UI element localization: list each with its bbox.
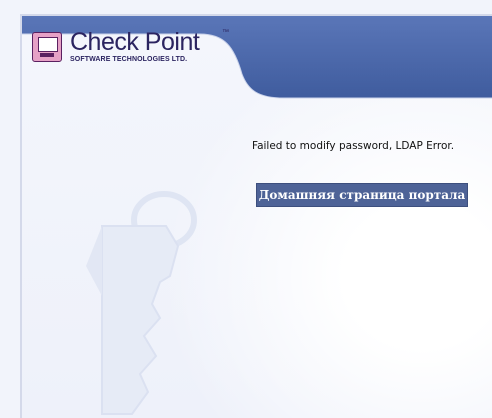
page-frame: Check Point ™ SOFTWARE TECHNOLOGIES LTD.… <box>20 14 492 418</box>
check-point-logo: Check Point ™ SOFTWARE TECHNOLOGIES LTD. <box>32 28 232 88</box>
portal-home-button[interactable]: Домашняя страница портала <box>256 183 468 207</box>
header-banner: Check Point ™ SOFTWARE TECHNOLOGIES LTD. <box>22 16 492 116</box>
logo-trademark: ™ <box>222 29 229 36</box>
error-message: Failed to modify password, LDAP Error. <box>252 140 455 152</box>
check-point-computer-icon <box>32 32 62 62</box>
logo-subtitle: SOFTWARE TECHNOLOGIES LTD. <box>70 56 188 63</box>
logo-name: Check Point <box>70 28 200 56</box>
key-icon <box>86 191 197 415</box>
